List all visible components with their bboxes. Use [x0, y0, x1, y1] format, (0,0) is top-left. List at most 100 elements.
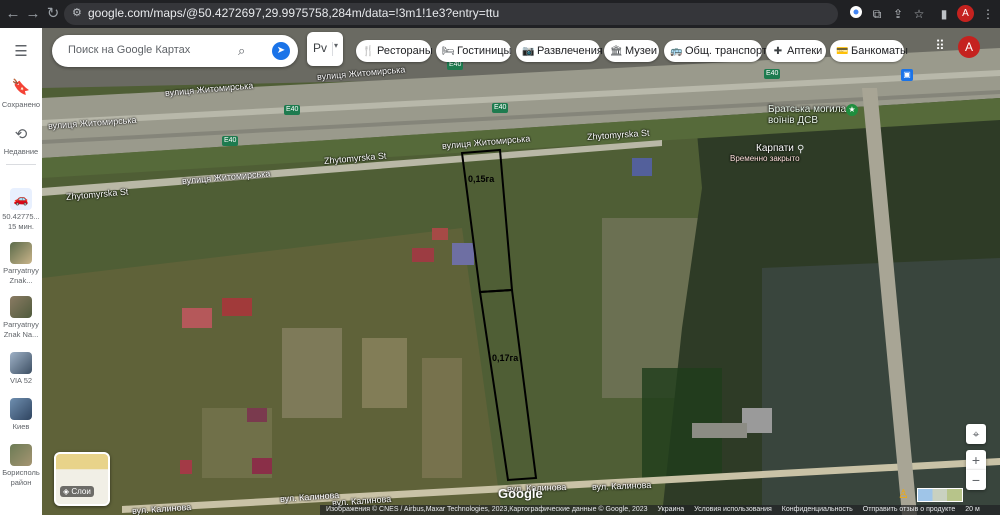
chip-pharmacies[interactable]: ✚ Аптеки: [766, 40, 826, 62]
account-avatar[interactable]: A: [958, 36, 980, 58]
satellite-map[interactable]: вулиця Житомирська вулиця Житомирська ву…: [42, 28, 1000, 515]
recent-item-kyiv[interactable]: Киев: [0, 398, 42, 432]
map-footer: Изображения © CNES / Airbus,Maxar Techno…: [320, 505, 1000, 515]
feedback-link[interactable]: Отправить отзыв о продукте: [863, 506, 956, 513]
google-lens-icon[interactable]: [847, 5, 865, 23]
fork-knife-icon: 🍴: [362, 46, 375, 57]
recent-item-label: Parryatnyy: [3, 266, 39, 275]
directions-icon[interactable]: ➤: [272, 42, 290, 60]
left-rail: ☰ 🔖 Сохранено ⟲ Недавние 🚗 50.42775... 1…: [0, 28, 43, 515]
chip-label: Гостиницы: [457, 45, 512, 57]
poi-karpaty-subtitle: Временно закрыто: [730, 154, 800, 163]
privacy-link[interactable]: Конфиденциальность: [782, 506, 853, 513]
minus-icon: −: [971, 472, 981, 488]
scale-label[interactable]: 20 м: [965, 506, 980, 513]
chip-hotels[interactable]: 🛏 Гостиницы: [436, 40, 511, 62]
imagery-thumbnails[interactable]: [917, 488, 963, 502]
recent-item-coordinates[interactable]: 🚗 50.42775... 15 мин.: [0, 188, 42, 232]
rail-divider: [6, 164, 36, 165]
museum-icon: 🏛: [610, 46, 623, 57]
recent-item-label: Борисполь: [2, 468, 40, 477]
language-selector[interactable]: Рv ▾: [307, 32, 343, 66]
chip-label: Общ. транспорт: [685, 45, 767, 57]
attribution-text: Изображения © CNES / Airbus,Maxar Techno…: [326, 506, 648, 513]
my-location-button[interactable]: ⌖: [966, 424, 986, 444]
search-input[interactable]: [66, 43, 230, 57]
recent-item-sublabel: Znak...: [9, 276, 33, 285]
chip-entertainment[interactable]: 📷 Развлечения: [516, 40, 603, 62]
recent-item-parryatnyy-2[interactable]: Parryatnyy Znak Na...: [0, 296, 42, 340]
apps-grid-icon[interactable]: ⠿: [932, 38, 948, 54]
place-thumbnail: [10, 352, 32, 374]
chip-label: Рестораны: [377, 45, 433, 57]
search-icon[interactable]: ⌕: [238, 42, 256, 60]
recent-item-label: Киев: [12, 422, 30, 431]
layers-label-wrap: ◈ Слои: [60, 486, 94, 497]
search-box[interactable]: ⌕ ➤: [52, 35, 298, 67]
plus-icon: +: [971, 452, 981, 468]
saved-button[interactable]: 🔖 Сохранено: [0, 78, 42, 110]
chip-label: Музеи: [625, 45, 657, 57]
transit-icon: 🚌: [670, 46, 683, 57]
plot-label-south: 0,17га: [492, 353, 519, 363]
zoom-out-button[interactable]: −: [966, 470, 986, 490]
bed-icon: 🛏: [442, 46, 455, 57]
history-icon: ⟲: [14, 126, 28, 143]
browser-menu-icon[interactable]: ⋮: [979, 5, 997, 23]
plot-label-north: 0,15га: [468, 174, 495, 184]
chevron-down-icon: ▾: [334, 41, 339, 50]
poi-memorial-subtitle[interactable]: воїнів ДСВ: [768, 115, 818, 126]
bookmark-star-icon[interactable]: ☆: [910, 5, 928, 23]
menu-button[interactable]: ☰: [0, 42, 42, 62]
open-in-app-icon[interactable]: ⧉: [868, 5, 886, 23]
poi-memorial-title[interactable]: Братська могила: [768, 104, 846, 115]
memorial-pin-icon[interactable]: ★: [846, 104, 858, 116]
recent-item-via52[interactable]: VIA 52: [0, 352, 42, 386]
saved-label: Сохранено: [1, 100, 41, 109]
share-icon[interactable]: ⇪: [889, 5, 907, 23]
side-panel-icon[interactable]: ▮: [935, 5, 953, 23]
satellite-imagery: [42, 28, 1000, 515]
country-link[interactable]: Украина: [658, 506, 685, 513]
highway-badge: E40: [492, 103, 509, 113]
site-info-icon[interactable]: ⚙: [72, 6, 82, 19]
highway-badge: E40: [222, 136, 239, 146]
street-label: вул. Калинова: [591, 479, 652, 492]
recent-item-parryatnyy-1[interactable]: Parryatnyy Znak...: [0, 242, 42, 286]
chip-restaurants[interactable]: 🍴 Рестораны: [356, 40, 433, 62]
recent-item-boryspil[interactable]: Борисполь район: [0, 444, 42, 488]
zoom-in-button[interactable]: +: [966, 450, 986, 470]
poi-karpaty-title[interactable]: Карпати: [756, 143, 794, 154]
crosshair-icon: ⌖: [972, 427, 980, 441]
place-thumbnail: [10, 444, 32, 466]
recent-label: Недавние: [3, 147, 39, 156]
chip-museums[interactable]: 🏛 Музеи: [604, 40, 659, 62]
url-text[interactable]: google.com/maps/@50.4272697,29.9975758,2…: [88, 6, 499, 20]
chip-atms[interactable]: 💳 Банкоматы: [830, 40, 908, 62]
place-thumbnail: [10, 296, 32, 318]
language-divider: [332, 42, 333, 56]
recent-item-sublabel: район: [10, 478, 32, 487]
recent-button[interactable]: ⟲ Недавние: [0, 125, 42, 157]
chip-label: Развлечения: [537, 45, 603, 57]
language-label: Рv: [313, 41, 328, 55]
profile-avatar[interactable]: A: [957, 5, 974, 22]
layers-button[interactable]: ◈ Слои: [54, 452, 110, 506]
place-thumbnail: [10, 398, 32, 420]
chip-transit[interactable]: 🚌 Общ. транспорт: [664, 40, 767, 62]
hamburger-icon: ☰: [14, 43, 28, 60]
recent-item-sublabel: 15 мин.: [8, 222, 34, 231]
back-icon[interactable]: ←: [3, 4, 23, 24]
recent-item-label: Parryatnyy: [3, 320, 39, 329]
place-thumbnail: [10, 242, 32, 264]
forward-icon[interactable]: →: [23, 4, 43, 24]
transit-stop-icon[interactable]: ▣: [901, 69, 913, 81]
terms-link[interactable]: Условия использования: [694, 506, 772, 513]
reload-icon[interactable]: ↻: [43, 4, 63, 24]
recent-item-label: 50.42775...: [2, 212, 40, 221]
chip-label: Аптеки: [787, 45, 823, 57]
bookmark-icon: 🔖: [11, 79, 31, 96]
recent-item-label: VIA 52: [9, 376, 33, 385]
pegman-icon[interactable]: ♙: [898, 487, 909, 501]
place-pin-icon[interactable]: ⚲: [797, 144, 807, 156]
